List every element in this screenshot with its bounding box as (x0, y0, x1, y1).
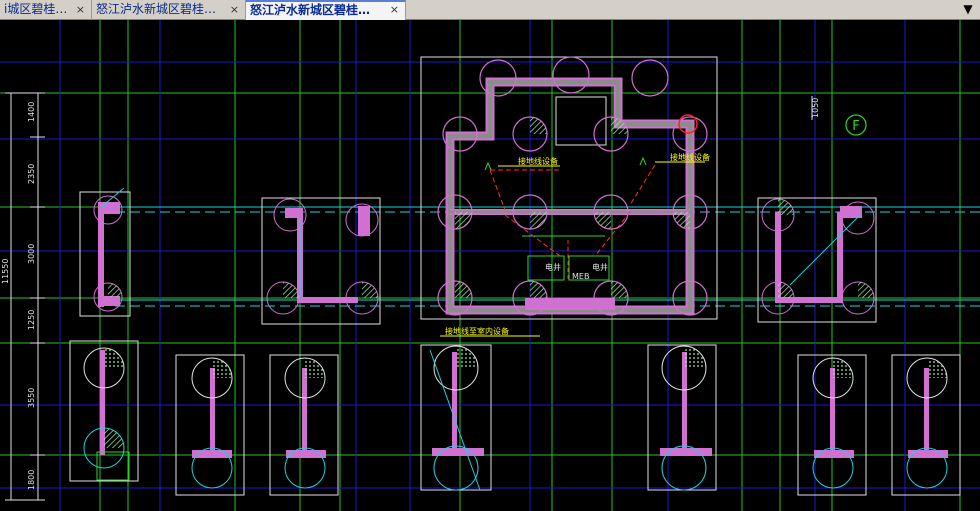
shaft-label-right: 电井 (592, 262, 608, 272)
axis-label: F (852, 119, 859, 134)
close-icon[interactable]: × (390, 2, 399, 18)
foundation-lower-7[interactable] (891, 354, 961, 496)
shaft-label-left: 电井 (545, 262, 561, 272)
foundation-upper-right[interactable] (757, 197, 877, 323)
foundation-lower-2[interactable] (175, 354, 245, 496)
document-tab-3-active[interactable]: 怒江泸水新城区碧桂… × (246, 0, 406, 20)
meb-label: MEB (572, 272, 589, 281)
tab-label: 怒江泸水新城区碧桂… (96, 2, 217, 16)
dimension-label: 3550 (27, 388, 36, 408)
equipment-annotation-right: 接地线设备 (670, 152, 710, 162)
total-dimension-label: 11550 (1, 259, 10, 284)
cad-drawing-canvas[interactable]: 1400 2350 3000 1250 3550 1800 11550 1050… (0, 20, 980, 511)
close-icon[interactable]: × (230, 0, 239, 19)
foundation-upper-2[interactable] (261, 197, 381, 325)
foundation-lower-3[interactable] (269, 354, 339, 496)
foundation-lower-5[interactable] (647, 344, 717, 491)
dimension-label: 3000 (27, 244, 36, 264)
dimension-label: 2350 (27, 164, 36, 184)
chevron-down-icon[interactable]: ▼ (960, 0, 976, 20)
document-tab-1[interactable]: i城区碧桂… × (0, 0, 92, 20)
foundation-lower-4[interactable] (420, 344, 492, 491)
central-core[interactable] (420, 56, 718, 320)
tab-label: i城区碧桂… (4, 2, 68, 16)
dimension-label: 1250 (27, 310, 36, 330)
document-tab-bar: i城区碧桂… × 怒江泸水新城区碧桂… × 怒江泸水新城区碧桂… × ▼ (0, 0, 980, 20)
close-icon[interactable]: × (76, 0, 85, 19)
equipment-annotation-bottom: 接地线至室内设备 (445, 326, 509, 336)
equipment-annotation-left: 接地线设备 (518, 156, 558, 166)
dimension-label: 1800 (27, 470, 36, 490)
dimension-label: 1400 (27, 102, 36, 122)
document-tab-2[interactable]: 怒江泸水新城区碧桂… × (92, 0, 246, 20)
left-dimension-chain (5, 92, 45, 501)
tab-label: 怒江泸水新城区碧桂… (250, 3, 371, 17)
